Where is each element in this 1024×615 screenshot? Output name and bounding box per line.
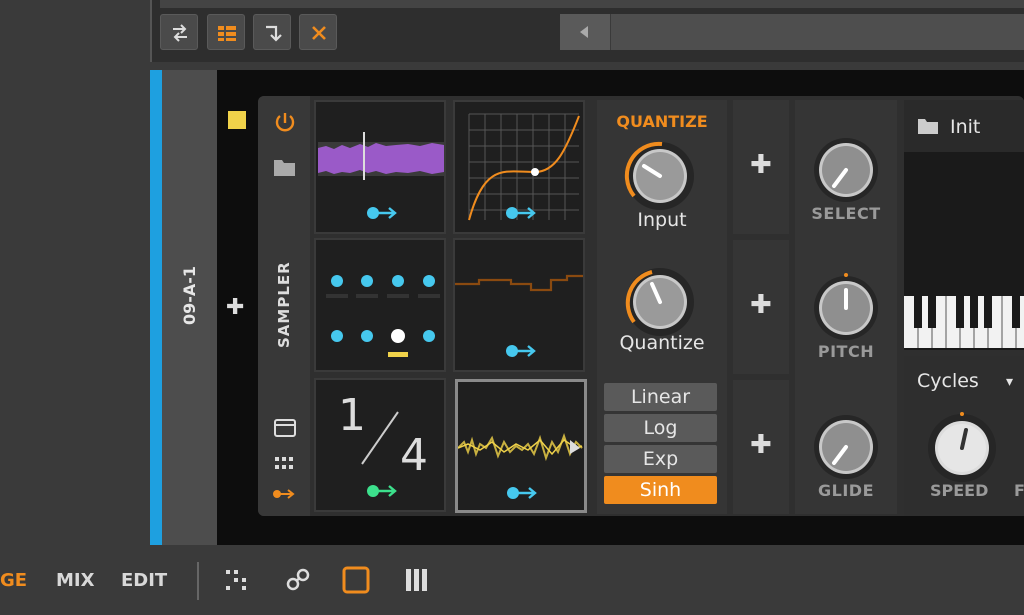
pitch-label: PITCH — [817, 342, 875, 361]
add-device-button[interactable]: ✚ — [226, 295, 244, 320]
mod-arrow-icon[interactable] — [366, 204, 400, 222]
nav-arrange-tab[interactable]: GE — [0, 570, 27, 591]
square-icon[interactable] — [341, 565, 371, 595]
swap-arrows-icon — [173, 24, 187, 42]
nav-mix-tab[interactable]: MIX — [56, 570, 95, 591]
window-icon[interactable] — [273, 417, 297, 439]
track-color-bar — [150, 70, 162, 545]
mod-arrow-icon[interactable] — [505, 342, 539, 360]
partial-label: F — [1014, 481, 1024, 500]
folder-icon — [918, 119, 938, 134]
black-key[interactable] — [956, 296, 964, 328]
pitch-knob[interactable] — [808, 270, 884, 346]
nav-divider — [197, 562, 199, 600]
step-dot-grid — [326, 275, 440, 357]
preset-name: Init — [950, 116, 981, 138]
black-key[interactable] — [1012, 296, 1020, 328]
dots-icon[interactable] — [224, 568, 250, 592]
select-label: SELECT — [811, 204, 881, 223]
plus-icon: ✚ — [750, 150, 772, 180]
link-icon[interactable] — [285, 567, 311, 593]
select-knob[interactable] — [808, 132, 884, 208]
bars-icon[interactable] — [404, 566, 430, 594]
nav-edit-tab[interactable]: EDIT — [121, 570, 167, 591]
grid-icon[interactable] — [274, 455, 296, 473]
input-knob[interactable] — [622, 138, 698, 214]
mode-log-button[interactable]: Log — [604, 414, 717, 442]
white-keys — [917, 296, 1017, 348]
plus-icon: ✚ — [750, 290, 772, 320]
folder-icon[interactable] — [272, 156, 298, 178]
black-key[interactable] — [928, 296, 936, 328]
add-modulator-button[interactable]: ✚ — [733, 100, 789, 234]
chevron-down-icon[interactable]: ▾ — [1006, 374, 1013, 390]
input-knob-label: Input — [637, 209, 687, 231]
add-modulator-button[interactable]: ✚ — [733, 380, 789, 514]
speed-label: SPEED — [930, 481, 989, 500]
fraction-denominator: 4 — [400, 430, 428, 481]
quantize-knob-label: Quantize — [619, 332, 705, 354]
horizontal-scrollbar[interactable] — [560, 14, 1024, 50]
modulator-curve[interactable] — [453, 100, 585, 234]
mod-arrow-icon[interactable] — [506, 484, 540, 502]
grid-list-icon — [218, 26, 236, 41]
modulator-icon[interactable] — [272, 486, 298, 502]
add-modulator-button[interactable]: ✚ — [733, 240, 789, 374]
quantize-title: QUANTIZE — [616, 112, 708, 131]
timeline-strip — [160, 0, 1024, 8]
lfo-shape-select[interactable]: Cycles — [917, 370, 979, 392]
mod-arrow-icon[interactable] — [366, 482, 400, 500]
device-indicator[interactable] — [228, 111, 246, 129]
quantize-knob[interactable] — [622, 264, 698, 340]
black-key[interactable] — [970, 296, 978, 328]
mod-arrow-icon[interactable] — [505, 204, 539, 222]
arrow-down-right-icon — [266, 25, 282, 42]
device-name: SAMPLER — [275, 261, 293, 349]
modulator-fraction[interactable]: 1 4 — [314, 378, 446, 512]
glide-label: GLIDE — [818, 481, 874, 500]
modulator-audio-wave[interactable] — [455, 379, 587, 513]
swap-button[interactable] — [160, 14, 198, 50]
modulator-step-dots[interactable] — [314, 238, 446, 372]
layout-button[interactable] — [207, 14, 245, 50]
glide-knob[interactable] — [808, 409, 884, 485]
mode-sinh-button[interactable]: Sinh — [604, 476, 717, 504]
close-x-icon — [312, 26, 326, 40]
insert-button[interactable] — [253, 14, 291, 50]
left-triangle-icon — [580, 26, 588, 38]
power-icon[interactable] — [272, 110, 298, 136]
plus-icon: ✚ — [750, 430, 772, 460]
mode-linear-button[interactable]: Linear — [604, 383, 717, 411]
black-key[interactable] — [914, 296, 922, 328]
fraction-slash — [361, 411, 399, 465]
close-button[interactable] — [299, 14, 337, 50]
modulator-sample-wave[interactable] — [314, 100, 446, 234]
scroll-left-button[interactable] — [560, 14, 611, 50]
piano-keyboard[interactable] — [904, 296, 1024, 348]
modulator-steps[interactable] — [453, 238, 585, 372]
mode-exp-button[interactable]: Exp — [604, 445, 717, 473]
track-name: 09-A-1 — [180, 265, 199, 325]
black-key[interactable] — [984, 296, 992, 328]
speed-knob[interactable] — [924, 410, 1000, 486]
